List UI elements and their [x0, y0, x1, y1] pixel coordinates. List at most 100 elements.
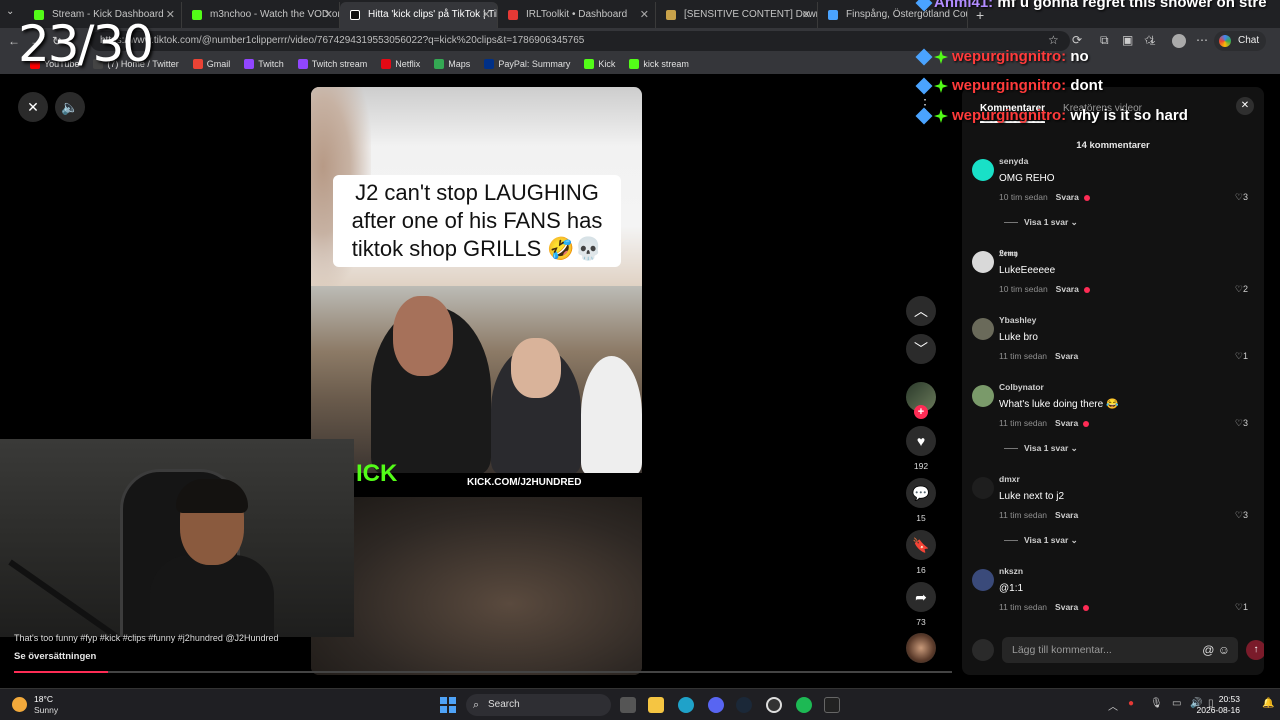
obs-icon[interactable]	[766, 697, 782, 713]
tab-close-icon[interactable]: ✕	[802, 2, 811, 28]
comment-like-count: 3	[1242, 510, 1248, 520]
comment-username[interactable]: nkszn	[999, 566, 1023, 576]
bookmark-action[interactable]: 🔖 16	[906, 530, 936, 575]
tab-close-icon[interactable]: ✕	[482, 2, 491, 28]
microphone-icon[interactable]: 🎙	[1150, 698, 1163, 709]
comment-username[interactable]: 𝕷𝖊𝖒𝖞	[999, 248, 1018, 259]
bookmark-item[interactable]: Twitch	[244, 59, 284, 69]
network-icon[interactable]: ▭	[1172, 698, 1181, 709]
bookmark-item[interactable]: PayPal: Summary	[484, 59, 570, 69]
taskbar-search-label: Search	[488, 699, 520, 710]
avatar[interactable]	[972, 477, 994, 499]
weather-description[interactable]: Sunny	[34, 705, 58, 715]
taskbar-clock[interactable]: 20:53 2026-08-16	[1197, 694, 1240, 716]
comment-text: @1:1	[999, 583, 1024, 594]
tab-close-icon[interactable]: ✕	[324, 2, 333, 28]
comment-text: LukeEeeeee	[999, 265, 1056, 276]
chevron-down-icon: ⌄	[1070, 535, 1078, 545]
next-video-button[interactable]: ﹀	[906, 334, 936, 364]
reply-button[interactable]: Svara	[1055, 351, 1078, 361]
browser-tab-active[interactable]: Hitta 'kick clips' på TikTok | TikTok✕	[340, 2, 498, 28]
heart-icon[interactable]: ♥	[906, 426, 936, 456]
emoji-icon[interactable]: ☺	[1218, 643, 1230, 657]
video-player[interactable]: J2 can't stop LAUGHING after one of his …	[311, 87, 642, 675]
edge-icon[interactable]	[678, 697, 694, 713]
view-replies-link[interactable]: Visa 1 svar ⌄	[1004, 535, 1078, 546]
comment-like[interactable]: ♡1	[1235, 351, 1248, 362]
taskbar-search[interactable]: ⌕ Search	[466, 694, 611, 716]
comment-input[interactable]: Lägg till kommentar... @ ☺	[1002, 637, 1238, 663]
notification-bell-icon[interactable]: 🔔	[1262, 698, 1274, 709]
comment-like[interactable]: ♡3	[1235, 418, 1248, 429]
send-comment-button[interactable]: ↑	[1246, 640, 1264, 660]
bookmark-item[interactable]: Twitch stream	[297, 59, 367, 69]
see-translation-link[interactable]: Se översättningen	[14, 651, 96, 662]
bookmark-label: Twitch	[258, 59, 284, 69]
browser-tab[interactable]: [SENSITIVE CONTENT] Download✕	[656, 2, 818, 28]
share-arrow-icon[interactable]: ➦	[906, 582, 936, 612]
tray-chevron-icon[interactable]: ︿	[1108, 698, 1118, 713]
browser-tab[interactable]: m3nchoo - Watch the VOD on Kick✕	[182, 2, 340, 28]
follow-plus-icon[interactable]: +	[914, 405, 928, 419]
tab-favicon-icon	[192, 10, 202, 20]
comment-username[interactable]: Ybashley	[999, 315, 1036, 325]
tab-close-icon[interactable]: ✕	[166, 2, 175, 28]
comment-bubble-icon[interactable]: 💬	[906, 478, 936, 508]
tab-close-icon[interactable]: ✕	[640, 2, 649, 28]
volume-button[interactable]: 🔈	[55, 92, 85, 122]
bookmark-label: Netflix	[395, 59, 421, 69]
comment-like[interactable]: ♡2	[1235, 284, 1248, 295]
spotify-icon[interactable]	[796, 697, 812, 713]
comment-username[interactable]: senyda	[999, 156, 1028, 166]
chat-message: wepurgingnitro: why is it so hard	[915, 107, 1188, 125]
bookmark-item[interactable]: Gmail	[192, 59, 230, 69]
mention-icon[interactable]: @	[1202, 643, 1214, 657]
windows-start-icon[interactable]	[440, 697, 456, 713]
view-replies-link[interactable]: Visa 1 svar ⌄	[1004, 217, 1078, 228]
avatar[interactable]	[972, 251, 994, 273]
discord-icon[interactable]	[708, 697, 724, 713]
tab-list-chevron-icon[interactable]: ⌄	[6, 6, 14, 17]
comment-text: Luke next to j2	[999, 491, 1065, 502]
creator-liked-icon	[1083, 420, 1090, 427]
avatar[interactable]	[972, 318, 994, 340]
reply-button[interactable]: Svara	[1055, 510, 1078, 520]
comment-action[interactable]: 💬 15	[906, 478, 936, 523]
bookmark-item[interactable]: Kick	[584, 59, 615, 69]
reply-button[interactable]: Svara	[1056, 192, 1079, 202]
steam-icon[interactable]	[736, 697, 752, 713]
reply-button[interactable]: Svara	[1055, 418, 1078, 428]
view-replies-link[interactable]: Visa 1 svar ⌄	[1004, 443, 1078, 454]
video-progress-bar[interactable]	[14, 671, 952, 673]
microphone-arm	[8, 559, 119, 637]
weather-temperature[interactable]: 18°C	[34, 694, 53, 704]
bookmark-label: Maps	[448, 59, 471, 69]
previous-video-button[interactable]: ︿	[906, 296, 936, 326]
video-frame-bottom	[311, 497, 642, 675]
bookmark-item[interactable]: kick stream	[629, 59, 689, 69]
bookmark-item[interactable]: Netflix	[381, 59, 420, 69]
sun-icon[interactable]	[12, 697, 27, 712]
file-explorer-icon[interactable]	[648, 697, 664, 713]
reply-button[interactable]: Svara	[1056, 284, 1079, 294]
comment-like[interactable]: ♡3	[1235, 510, 1248, 521]
comment-username[interactable]: Colbynator	[999, 382, 1044, 392]
bookmark-icon[interactable]: 🔖	[906, 530, 936, 560]
comment-like[interactable]: ♡1	[1235, 602, 1248, 613]
like-action[interactable]: ♥ 192	[906, 426, 936, 471]
music-disc-icon[interactable]	[906, 633, 936, 663]
comment-like[interactable]: ♡3	[1235, 192, 1248, 203]
browser-tab[interactable]: IRLToolkit • Dashboard ✕	[498, 2, 656, 28]
task-view-icon[interactable]	[620, 697, 636, 713]
avatar[interactable]	[972, 159, 994, 181]
close-video-button[interactable]: ✕	[18, 92, 48, 122]
tray-app-icon[interactable]: ●	[1128, 698, 1134, 709]
comment-username[interactable]: dmxr	[999, 474, 1020, 484]
bookmark-item[interactable]: Maps	[434, 59, 470, 69]
share-action[interactable]: ➦ 73	[906, 582, 936, 627]
reply-button[interactable]: Svara	[1055, 602, 1078, 612]
app-icon[interactable]	[824, 697, 840, 713]
badge-icon	[915, 0, 933, 12]
avatar[interactable]	[972, 385, 994, 407]
avatar[interactable]	[972, 569, 994, 591]
